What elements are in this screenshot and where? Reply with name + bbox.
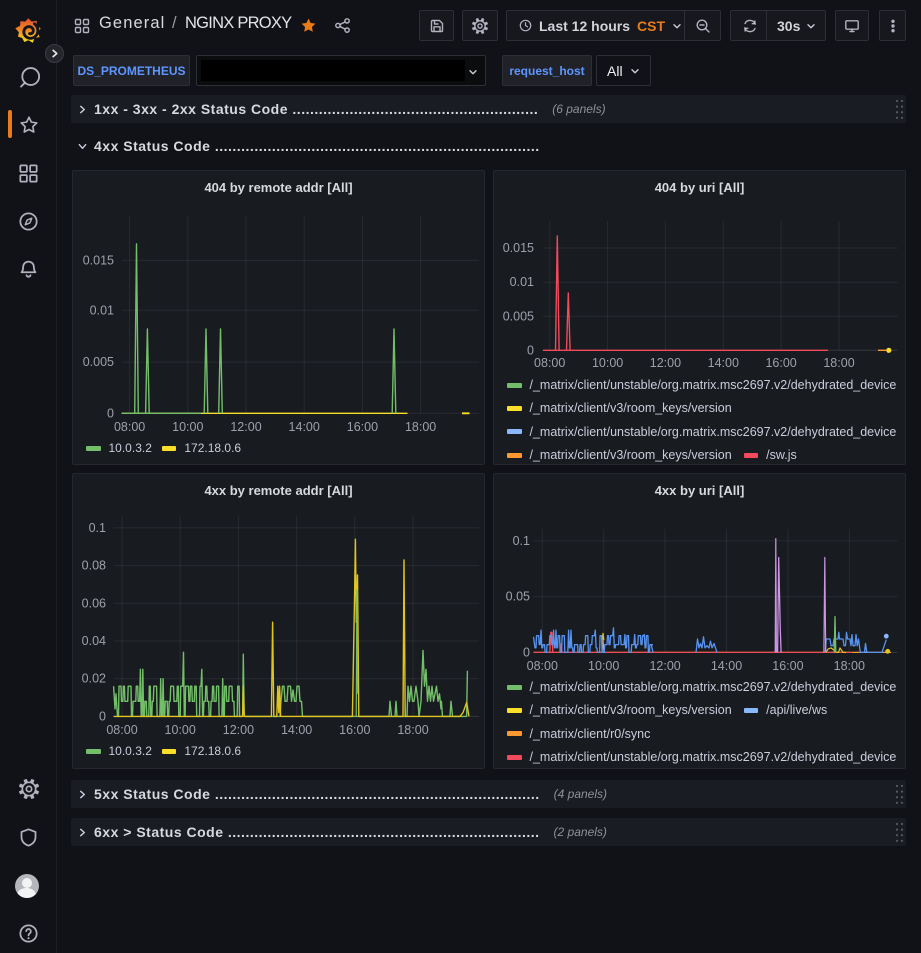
svg-text:18:00: 18:00 xyxy=(823,356,854,370)
svg-text:0: 0 xyxy=(527,343,534,357)
svg-text:14:00: 14:00 xyxy=(289,420,320,434)
svg-text:0.1: 0.1 xyxy=(89,521,106,535)
svg-text:18:00: 18:00 xyxy=(405,420,436,434)
svg-text:10:00: 10:00 xyxy=(588,659,619,673)
svg-text:0.1: 0.1 xyxy=(513,534,530,548)
svg-text:16:00: 16:00 xyxy=(772,659,803,673)
svg-text:16:00: 16:00 xyxy=(339,723,370,737)
svg-text:0.05: 0.05 xyxy=(506,590,530,604)
svg-text:12:00: 12:00 xyxy=(650,356,681,370)
svg-text:16:00: 16:00 xyxy=(765,356,796,370)
svg-text:0: 0 xyxy=(99,709,106,723)
svg-text:0.04: 0.04 xyxy=(82,634,106,648)
svg-text:16:00: 16:00 xyxy=(347,420,378,434)
svg-text:10:00: 10:00 xyxy=(165,723,196,737)
svg-text:0: 0 xyxy=(523,645,530,659)
svg-text:0.01: 0.01 xyxy=(510,275,534,289)
svg-text:10:00: 10:00 xyxy=(172,420,203,434)
svg-text:08:00: 08:00 xyxy=(527,659,558,673)
svg-text:14:00: 14:00 xyxy=(708,356,739,370)
svg-text:18:00: 18:00 xyxy=(397,723,428,737)
svg-text:0.01: 0.01 xyxy=(90,303,114,317)
svg-text:14:00: 14:00 xyxy=(281,723,312,737)
svg-text:0.005: 0.005 xyxy=(503,309,534,323)
svg-text:12:00: 12:00 xyxy=(649,659,680,673)
svg-text:0.005: 0.005 xyxy=(83,355,114,369)
svg-text:0.015: 0.015 xyxy=(503,241,534,255)
svg-text:08:00: 08:00 xyxy=(114,420,145,434)
svg-text:0.08: 0.08 xyxy=(82,559,106,573)
svg-text:18:00: 18:00 xyxy=(834,659,865,673)
svg-text:0.015: 0.015 xyxy=(83,253,114,267)
svg-text:0: 0 xyxy=(107,406,114,420)
svg-text:0.02: 0.02 xyxy=(82,672,106,686)
svg-text:0.06: 0.06 xyxy=(82,596,106,610)
svg-text:08:00: 08:00 xyxy=(106,723,137,737)
svg-text:12:00: 12:00 xyxy=(230,420,261,434)
svg-text:14:00: 14:00 xyxy=(711,659,742,673)
svg-text:12:00: 12:00 xyxy=(223,723,254,737)
svg-text:10:00: 10:00 xyxy=(592,356,623,370)
svg-text:08:00: 08:00 xyxy=(534,356,565,370)
